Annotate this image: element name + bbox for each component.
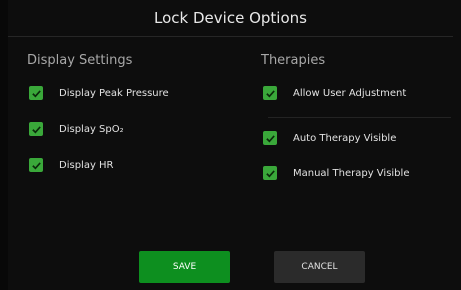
checkmark-icon bbox=[265, 134, 275, 142]
checkbox-display-spo2[interactable] bbox=[29, 122, 43, 136]
title-divider bbox=[8, 36, 453, 37]
option-label: Display Peak Pressure bbox=[59, 87, 169, 99]
checkbox-allow-user-adjustment[interactable] bbox=[263, 86, 277, 100]
therapies-heading: Therapies bbox=[261, 53, 326, 68]
checkbox-display-peak-pressure[interactable] bbox=[29, 86, 43, 100]
checkbox-display-hr[interactable] bbox=[29, 158, 43, 172]
option-label: Auto Therapy Visible bbox=[293, 132, 397, 144]
option-allow-user-adjustment[interactable]: Allow User Adjustment bbox=[263, 86, 406, 100]
dialog-title: Lock Device Options bbox=[154, 9, 307, 27]
option-auto-therapy-visible[interactable]: Auto Therapy Visible bbox=[263, 131, 396, 145]
checkmark-icon bbox=[31, 125, 41, 133]
checkmark-icon bbox=[265, 89, 275, 97]
option-label: Manual Therapy Visible bbox=[293, 167, 410, 179]
option-label: Display SpO₂ bbox=[59, 123, 124, 135]
option-label: Allow User Adjustment bbox=[293, 87, 407, 99]
option-display-hr[interactable]: Display HR bbox=[29, 158, 114, 172]
checkmark-icon bbox=[265, 169, 275, 177]
option-manual-therapy-visible[interactable]: Manual Therapy Visible bbox=[263, 166, 409, 180]
option-display-peak-pressure[interactable]: Display Peak Pressure bbox=[29, 86, 169, 100]
therapies-divider bbox=[268, 117, 451, 118]
checkmark-icon bbox=[31, 89, 41, 97]
option-label: Display HR bbox=[59, 159, 114, 171]
save-button[interactable]: SAVE bbox=[139, 251, 230, 283]
display-settings-heading: Display Settings bbox=[27, 53, 133, 68]
checkbox-manual-therapy-visible[interactable] bbox=[263, 166, 277, 180]
cancel-button[interactable]: CANCEL bbox=[274, 251, 365, 283]
option-display-spo2[interactable]: Display SpO₂ bbox=[29, 122, 124, 136]
checkmark-icon bbox=[31, 161, 41, 169]
window-edge bbox=[0, 0, 8, 290]
checkbox-auto-therapy-visible[interactable] bbox=[263, 131, 277, 145]
